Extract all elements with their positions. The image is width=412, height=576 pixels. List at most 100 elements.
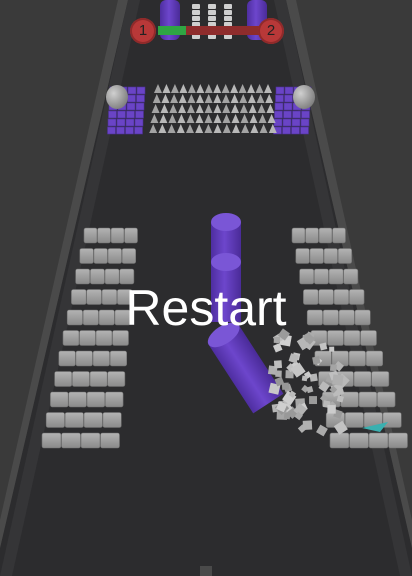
purple-block (126, 102, 136, 111)
purple-block (135, 110, 144, 119)
purple-block (301, 110, 310, 119)
purple-block (300, 126, 309, 135)
purple-block (291, 118, 301, 127)
purple-block (134, 118, 144, 127)
current-level-badge: 1 (130, 18, 156, 44)
grey-block (353, 371, 372, 387)
grey-block (348, 350, 366, 367)
grey-block (75, 350, 93, 367)
grey-block (291, 227, 306, 244)
purple-block (283, 102, 293, 111)
debris-cube (283, 412, 291, 420)
grey-block (371, 371, 390, 387)
purple-block (127, 86, 137, 95)
grey-block (376, 391, 396, 408)
debris-cube (312, 356, 321, 365)
purple-block (126, 110, 135, 119)
grey-block (388, 432, 408, 449)
grey-block (68, 391, 87, 408)
grey-block (45, 412, 65, 428)
purple-block (116, 118, 126, 127)
debris-cube (281, 382, 290, 390)
grey-block (72, 371, 90, 387)
debris-cube (273, 360, 283, 369)
grey-block (329, 432, 350, 449)
grey-block (368, 432, 389, 449)
grey-block (309, 248, 324, 264)
grey-block (365, 350, 384, 367)
grey-block (100, 432, 120, 449)
right-boulder (293, 85, 315, 109)
purple-block (117, 110, 126, 119)
grey-block (107, 248, 122, 264)
grey-block (41, 432, 62, 449)
purple-block (274, 102, 284, 111)
grey-block (89, 371, 108, 387)
grey-block (124, 227, 138, 244)
purple-block (282, 118, 292, 127)
grey-block (109, 350, 127, 367)
grey-block (344, 412, 364, 428)
purple-block (136, 86, 146, 95)
purple-block (108, 110, 117, 119)
grey-block (105, 391, 124, 408)
purple-block (107, 126, 116, 135)
grey-block (61, 432, 81, 449)
grey-block (83, 412, 103, 428)
grey-block (97, 227, 111, 244)
level-progress-bar (158, 26, 260, 35)
purple-block (127, 94, 136, 103)
purple-block (300, 118, 310, 127)
grey-block (323, 248, 338, 264)
debris-cube (302, 420, 313, 430)
purple-block (282, 126, 291, 135)
tower-middle-cap (211, 253, 241, 271)
debris-cube (332, 374, 344, 386)
purple-block (274, 110, 283, 119)
purple-block (134, 126, 143, 135)
road-marker (200, 566, 212, 576)
grey-block (337, 248, 353, 264)
grey-block (382, 412, 402, 428)
debris-cube (275, 370, 282, 377)
grey-block (93, 248, 108, 264)
grey-block (80, 432, 101, 449)
grey-block (295, 248, 310, 264)
restart-button[interactable]: Restart (0, 278, 412, 338)
debris-cube (327, 405, 336, 414)
tower-top-cap (211, 213, 241, 231)
level-progress-fill (158, 26, 186, 35)
debris-cube (329, 346, 335, 352)
purple-block (283, 110, 292, 119)
grey-block (358, 391, 378, 408)
purple-block (107, 118, 117, 127)
purple-block (136, 94, 145, 103)
purple-block (284, 86, 294, 95)
grey-block (332, 227, 346, 244)
grey-block (110, 227, 125, 244)
grey-block (92, 350, 110, 367)
grey-block (349, 432, 369, 449)
grey-block (318, 227, 333, 244)
debris-cube (309, 396, 317, 405)
purple-block (116, 126, 125, 135)
grey-block (79, 248, 94, 264)
grey-block (54, 371, 73, 387)
grey-block (305, 227, 319, 244)
purple-block (284, 94, 293, 103)
purple-block (125, 126, 134, 135)
purple-block (291, 126, 300, 135)
purple-block (135, 102, 145, 111)
grey-block (107, 371, 126, 387)
debris-cube (329, 364, 337, 372)
grey-block (340, 391, 359, 408)
grey-block (121, 248, 136, 264)
debris-cube (301, 375, 308, 382)
left-boulder (106, 85, 128, 109)
purple-block (125, 118, 135, 127)
purple-block (275, 86, 285, 95)
grey-block (83, 227, 98, 244)
grey-block (50, 391, 69, 408)
grey-block (58, 350, 76, 367)
level-progress-hud: 1 2 (0, 0, 412, 60)
